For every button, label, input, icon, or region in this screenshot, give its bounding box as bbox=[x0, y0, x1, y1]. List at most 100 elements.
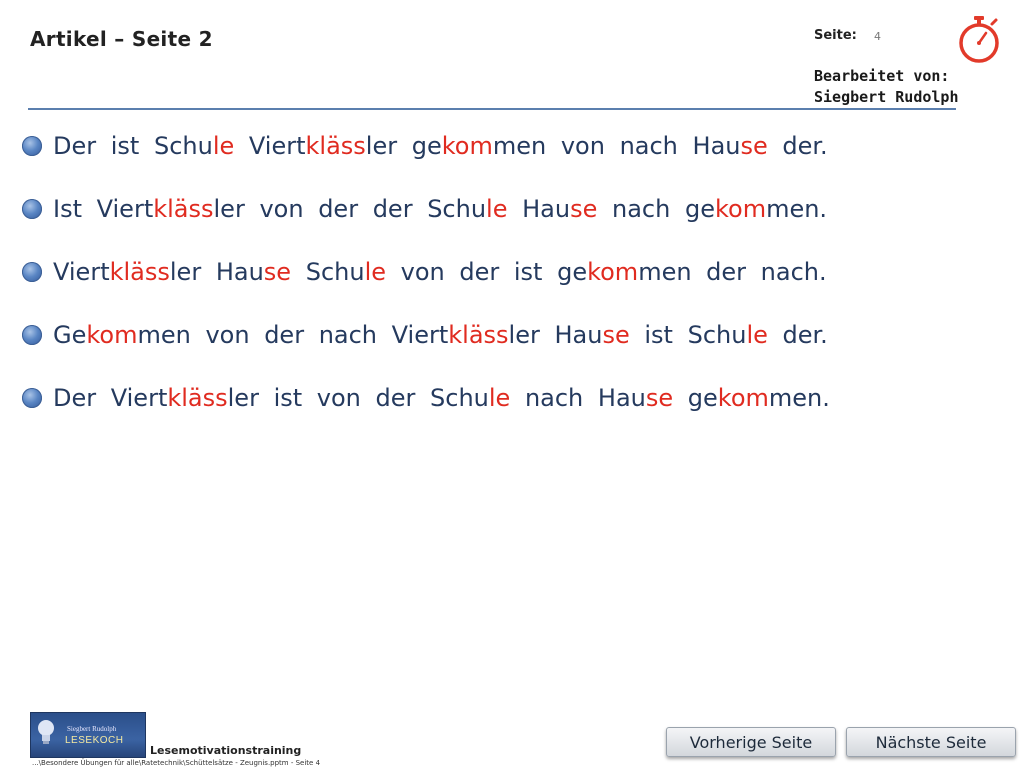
sentence-item: Der ist Schule Viertklässler gekommen vo… bbox=[22, 128, 828, 191]
bullet-circle-icon[interactable] bbox=[22, 388, 42, 408]
sentence-segment: nach bbox=[510, 384, 598, 412]
highlighted-syllable: le bbox=[746, 321, 768, 349]
highlighted-syllable: le bbox=[364, 258, 387, 286]
logo-author: Siegbert Rudolph bbox=[67, 725, 117, 733]
lesekoch-logo: Siegbert Rudolph LESEKOCH bbox=[30, 712, 146, 758]
sentence-segment: Ist bbox=[53, 195, 97, 223]
sentence-text: Der ist Schule Viertklässler gekommen vo… bbox=[53, 132, 828, 160]
sentence-segment: men der nach. bbox=[638, 258, 827, 286]
highlighted-syllable: kom bbox=[587, 258, 639, 286]
sentence-segment: ler bbox=[169, 258, 216, 286]
sentence-segment: der. bbox=[767, 321, 828, 349]
sentence-item: Viertklässler Hause Schule von der ist g… bbox=[22, 254, 827, 317]
sentence-segment: men bbox=[492, 132, 561, 160]
sentence-segment: ist bbox=[110, 132, 154, 160]
sentence-segment: Viert bbox=[53, 258, 110, 286]
highlighted-syllable: kläss bbox=[305, 132, 366, 160]
sentence-segment: ist bbox=[629, 321, 688, 349]
lightbulb-icon bbox=[38, 720, 54, 744]
sentence-segment: ge bbox=[687, 384, 718, 412]
sentence-segment: nach bbox=[619, 132, 693, 160]
sentence-segment: Hau bbox=[597, 384, 646, 412]
highlighted-syllable: kom bbox=[717, 384, 769, 412]
sentence-segment: der. bbox=[767, 132, 828, 160]
sentence-item: Der Viertklässler ist von der Schule nac… bbox=[22, 380, 830, 443]
highlighted-syllable: le bbox=[212, 132, 235, 160]
sentence-segment: der bbox=[372, 195, 428, 223]
sentence-segment: Viert bbox=[96, 195, 154, 223]
bullet-circle-icon[interactable] bbox=[22, 325, 42, 345]
page-label: Seite: bbox=[814, 28, 857, 43]
highlighted-syllable: kom bbox=[441, 132, 493, 160]
sentence-segment: men. bbox=[768, 384, 830, 412]
sentence-segment: ge bbox=[411, 132, 442, 160]
highlighted-syllable: le bbox=[486, 195, 508, 223]
sentence-segment bbox=[234, 132, 249, 160]
highlighted-syllable: kläss bbox=[109, 258, 170, 286]
sentence-segment: Schu bbox=[427, 195, 487, 223]
sentence-segment: Hau bbox=[522, 195, 571, 223]
highlighted-syllable: kom bbox=[714, 195, 767, 223]
sentence-segment: men von der nach bbox=[137, 321, 392, 349]
sentence-segment: Viert bbox=[248, 132, 306, 160]
sentence-segment: Viert bbox=[391, 321, 449, 349]
sentence-text: Gekommen von der nach Viertklässler Haus… bbox=[53, 321, 828, 349]
sentence-segment: Viert bbox=[110, 384, 168, 412]
sentence-segment: Schu bbox=[430, 384, 489, 412]
edited-by-label: Bearbeitet von: bbox=[814, 67, 950, 85]
sentence-list: Der ist Schule Viertklässler gekommen vo… bbox=[22, 128, 830, 443]
sentence-text: Viertklässler Hause Schule von der ist g… bbox=[53, 258, 827, 286]
highlighted-syllable: se bbox=[740, 132, 768, 160]
highlighted-syllable: se bbox=[645, 384, 674, 412]
sentence-segment: Der bbox=[53, 384, 111, 412]
sentence-segment: von bbox=[259, 195, 319, 223]
bullet-circle-icon[interactable] bbox=[22, 136, 42, 156]
sentence-segment: Hau bbox=[215, 258, 264, 286]
sentence-segment: Ge bbox=[53, 321, 87, 349]
sentence-item: Gekommen von der nach Viertklässler Haus… bbox=[22, 317, 828, 380]
next-page-button[interactable]: Nächste Seite bbox=[846, 727, 1016, 757]
sentence-text: Ist Viertklässler von der der Schule Hau… bbox=[53, 195, 827, 223]
sentence-segment: nach bbox=[597, 195, 685, 223]
highlighted-syllable: kläss bbox=[153, 195, 214, 223]
sentence-segment: ge bbox=[684, 195, 715, 223]
edited-by-block: Bearbeitet von: Siegbert Rudolph bbox=[814, 66, 959, 108]
footer-file-path: ...\Besondere Übungen für alle\Ratetechn… bbox=[32, 759, 321, 767]
sentence-segment: men. bbox=[766, 195, 828, 223]
sentence-segment: ler bbox=[213, 195, 260, 223]
highlighted-syllable: se bbox=[602, 321, 630, 349]
sentence-segment bbox=[291, 258, 306, 286]
highlighted-syllable: se bbox=[570, 195, 598, 223]
footer-label: Lesemotivationstraining bbox=[150, 744, 302, 757]
previous-page-button[interactable]: Vorherige Seite bbox=[666, 727, 836, 757]
page-number: 4 bbox=[874, 30, 881, 43]
sentence-segment: ler bbox=[365, 132, 412, 160]
highlighted-syllable: kläss bbox=[448, 321, 509, 349]
highlighted-syllable: se bbox=[263, 258, 292, 286]
sentence-segment bbox=[673, 384, 688, 412]
logo-wordmark: LESEKOCH bbox=[65, 735, 124, 746]
bullet-circle-icon[interactable] bbox=[22, 199, 42, 219]
sentence-segment: Schu bbox=[153, 132, 213, 160]
sentence-segment: Schu bbox=[305, 258, 365, 286]
header-divider bbox=[28, 108, 956, 110]
sentence-segment bbox=[507, 195, 522, 223]
sentence-segment: Hau bbox=[692, 132, 741, 160]
sentence-segment: ler bbox=[508, 321, 555, 349]
page-title: Artikel – Seite 2 bbox=[30, 27, 213, 51]
edited-by-name: Siegbert Rudolph bbox=[814, 88, 959, 106]
bullet-circle-icon[interactable] bbox=[22, 262, 42, 282]
sentence-segment: ist von der bbox=[273, 384, 431, 412]
sentence-segment: Der bbox=[53, 132, 111, 160]
highlighted-syllable: le bbox=[488, 384, 511, 412]
stopwatch-icon[interactable] bbox=[956, 14, 1002, 64]
sentence-segment: ler bbox=[227, 384, 274, 412]
sentence-segment: der bbox=[318, 195, 373, 223]
highlighted-syllable: kläss bbox=[167, 384, 228, 412]
highlighted-syllable: kom bbox=[86, 321, 138, 349]
sentence-text: Der Viertklässler ist von der Schule nac… bbox=[53, 384, 830, 412]
sentence-segment: von der ist bbox=[386, 258, 558, 286]
sentence-segment: ge bbox=[557, 258, 588, 286]
sentence-item: Ist Viertklässler von der der Schule Hau… bbox=[22, 191, 827, 254]
sentence-segment: von bbox=[560, 132, 620, 160]
